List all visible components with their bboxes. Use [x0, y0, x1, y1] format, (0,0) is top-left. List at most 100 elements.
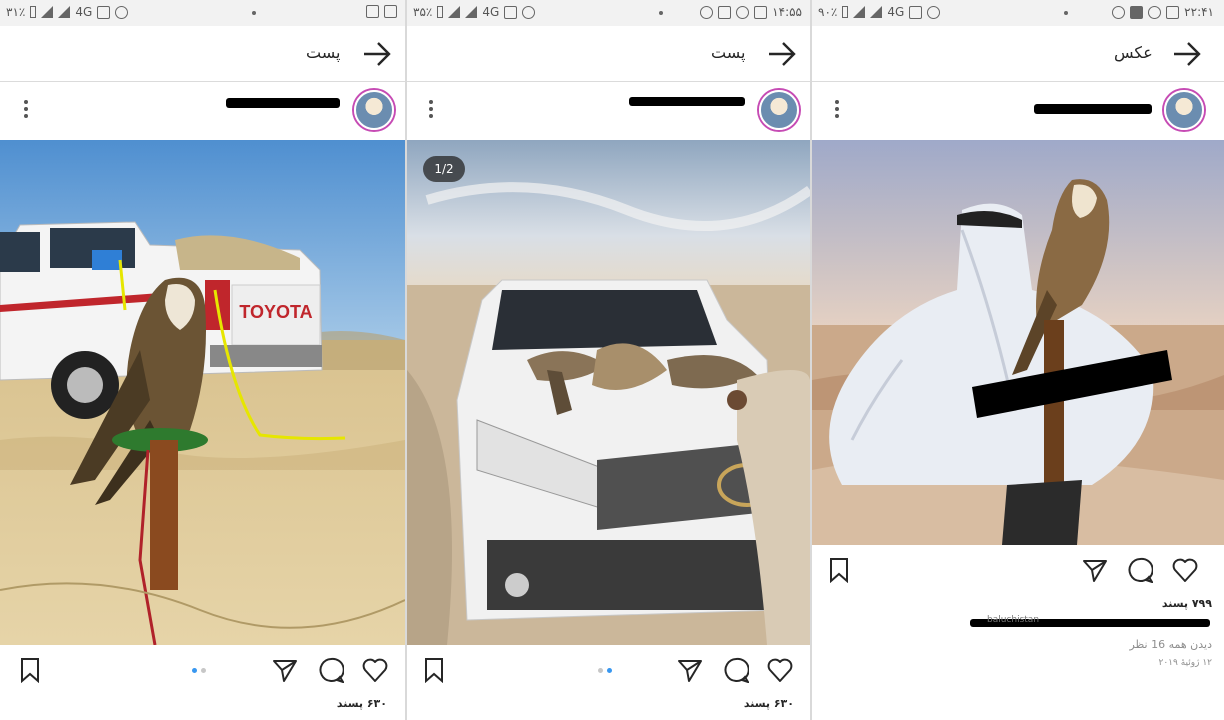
- post-panel-1: ۳۱٪ 4G پست TOYOTA ۶۳۰ پسند: [0, 0, 405, 720]
- alarm-icon: [927, 5, 941, 19]
- back-arrow-icon[interactable]: [1172, 40, 1202, 68]
- back-arrow-icon[interactable]: [362, 40, 392, 68]
- alarm-icon: [115, 5, 129, 19]
- heart-icon[interactable]: [362, 657, 388, 683]
- post-image[interactable]: TOYOTA: [0, 140, 405, 645]
- gallery-icon: [754, 5, 768, 19]
- status-left: ۳۱٪ 4G: [6, 5, 129, 19]
- battery-icon: [30, 6, 37, 18]
- avatar[interactable]: [759, 90, 799, 130]
- status-time: ۱۴:۵۵: [772, 5, 802, 19]
- header-title: پست: [306, 43, 341, 62]
- avatar[interactable]: [1164, 90, 1204, 130]
- alarm-icon: [522, 5, 536, 19]
- status-dot: [1064, 11, 1068, 15]
- back-arrow-icon[interactable]: [767, 40, 797, 68]
- status-right: ۲۲:۴۱: [1112, 5, 1214, 19]
- send-icon[interactable]: [677, 657, 703, 683]
- comment-icon[interactable]: [1127, 557, 1153, 583]
- redacted-username: [1034, 104, 1152, 114]
- view-all-comments[interactable]: دیدن همه 16 نظر: [1129, 638, 1212, 651]
- battery-percent: ۳۵٪: [413, 5, 433, 19]
- user-row: [0, 82, 405, 140]
- post-panel-2: ۳۵٪ 4G ۱۴:۵۵ پست 1/2 ۶۳۰ پسند: [407, 0, 810, 720]
- heart-icon[interactable]: [767, 657, 793, 683]
- bookmark-icon[interactable]: [421, 657, 447, 683]
- heart-icon[interactable]: [1172, 557, 1198, 583]
- network-type: 4G: [482, 5, 500, 19]
- post-header: پست: [0, 26, 405, 82]
- status-time: ۲۲:۴۱: [1184, 5, 1214, 19]
- action-bar: [0, 645, 405, 697]
- status-dot: [252, 11, 256, 15]
- redacted-username: [226, 98, 340, 108]
- action-bar: [812, 545, 1224, 597]
- avatar[interactable]: [354, 90, 394, 130]
- status-left: ۳۵٪ 4G: [413, 5, 536, 19]
- news-icon: [366, 5, 379, 18]
- status-bar: ۳۵٪ 4G ۱۴:۵۵: [407, 0, 810, 26]
- whatsapp-icon: [736, 5, 750, 19]
- vibrate-icon: [504, 5, 518, 19]
- send-icon[interactable]: [272, 657, 298, 683]
- truck-brand-text: TOYOTA: [239, 302, 312, 322]
- status-right: ۱۴:۵۵: [700, 5, 802, 19]
- post-header: عکس: [812, 26, 1224, 82]
- signal-icon: [465, 6, 478, 18]
- post-panel-3: ۹۰٪ 4G ۲۲:۴۱ عکس ۷۹۹ پسند baluchistan دی…: [812, 0, 1224, 720]
- user-row: [407, 82, 810, 140]
- likes-count[interactable]: ۶۳۰ پسند: [337, 697, 387, 710]
- battery-icon: [437, 6, 444, 18]
- user-row: [812, 82, 1224, 140]
- falconer-painting: [812, 140, 1224, 545]
- more-options-icon[interactable]: [429, 100, 433, 120]
- status-left: ۹۰٪ 4G: [818, 5, 941, 19]
- signal-icon: [870, 6, 883, 18]
- signal-icon: [58, 6, 71, 18]
- signal-icon: [853, 6, 866, 18]
- header-title: پست: [711, 43, 746, 62]
- status-bar: ۹۰٪ 4G ۲۲:۴۱: [812, 0, 1224, 26]
- post-header: پست: [407, 26, 810, 82]
- battery-percent: ۹۰٪: [818, 5, 838, 19]
- comment-icon[interactable]: [318, 657, 344, 683]
- likes-count[interactable]: ۷۹۹ پسند: [1162, 597, 1212, 610]
- add-circle-icon: [1148, 5, 1162, 19]
- header-title: عکس: [1114, 43, 1153, 62]
- post-date: ۱۲ ژوئیهٔ ۲۰۱۹: [1158, 658, 1212, 668]
- bookmark-icon[interactable]: [17, 657, 43, 683]
- more-options-icon[interactable]: [24, 100, 28, 120]
- vibrate-icon: [97, 5, 111, 19]
- sync-icon: [1112, 5, 1126, 19]
- news-icon: [718, 5, 732, 19]
- comment-icon[interactable]: [723, 657, 749, 683]
- caption-link[interactable]: baluchistan: [987, 615, 1039, 625]
- falcon-truck-photo: TOYOTA: [0, 140, 405, 645]
- redacted-username: [629, 97, 745, 106]
- car: [456, 279, 787, 621]
- add-circle-icon: [700, 5, 714, 19]
- likes-count[interactable]: ۶۳۰ پسند: [744, 697, 794, 710]
- battery-icon: [842, 6, 849, 18]
- carousel-dots: [598, 668, 612, 673]
- hunt-car-photo: [407, 140, 810, 645]
- carousel-dots: [192, 668, 206, 673]
- bookmark-icon[interactable]: [826, 557, 852, 583]
- more-options-icon[interactable]: [835, 100, 839, 120]
- battery-percent: ۳۱٪: [6, 5, 26, 19]
- send-icon[interactable]: [1082, 557, 1108, 583]
- network-type: 4G: [887, 5, 905, 19]
- signal-icon: [41, 6, 54, 18]
- vibrate-icon: [909, 5, 923, 19]
- stop-icon: [1130, 5, 1144, 19]
- status-right: [366, 5, 397, 18]
- post-image[interactable]: 1/2: [407, 140, 810, 645]
- gallery-icon: [1166, 5, 1180, 19]
- network-type: 4G: [75, 5, 93, 19]
- post-image[interactable]: [812, 140, 1224, 545]
- status-bar: ۳۱٪ 4G: [0, 0, 405, 26]
- gallery-icon: [384, 5, 397, 18]
- status-dot: [659, 11, 663, 15]
- action-bar: [407, 645, 810, 697]
- image-counter: 1/2: [423, 156, 465, 182]
